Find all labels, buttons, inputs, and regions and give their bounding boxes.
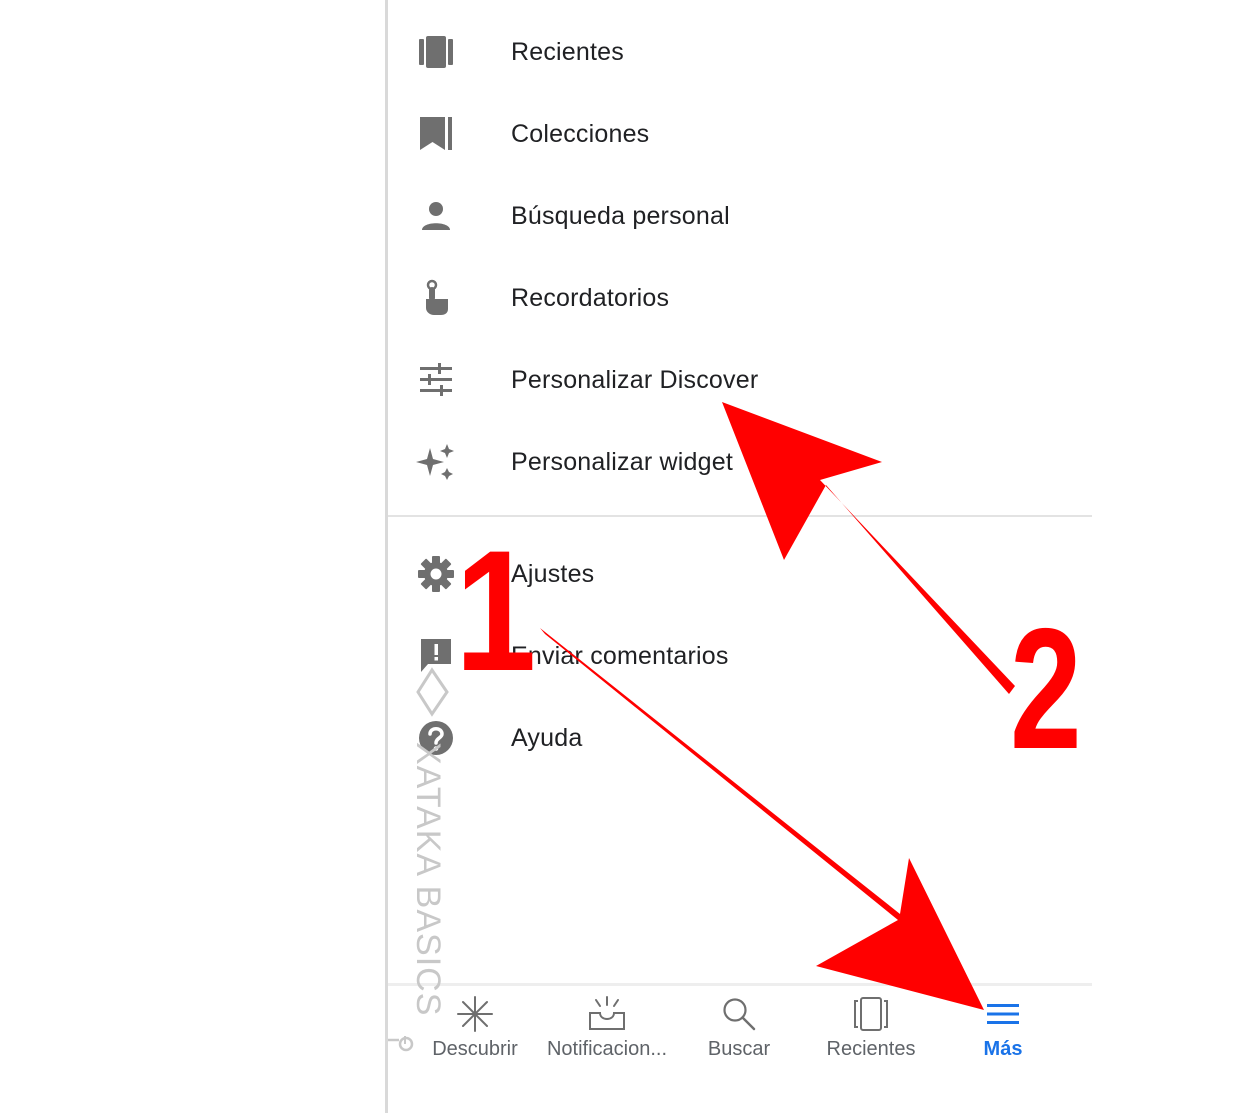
nav-item-mas[interactable]: Más: [937, 986, 1069, 1076]
menu-item-ayuda[interactable]: Ayuda: [388, 697, 1092, 779]
menu-item-label: Recordatorios: [511, 283, 670, 312]
sparkle-icon: [416, 442, 456, 482]
menu-item-label: Colecciones: [511, 119, 650, 148]
gear-icon: [416, 554, 456, 594]
recents-icon: [416, 32, 456, 72]
search-icon: [719, 994, 759, 1034]
menu-item-label: Enviar comentarios: [511, 641, 729, 670]
menu-item-label: Ajustes: [511, 559, 595, 588]
menu-item-recordatorios[interactable]: Recordatorios: [388, 257, 1092, 339]
menu-item-label: Búsqueda personal: [511, 201, 730, 230]
nav-item-label: Buscar: [707, 1038, 771, 1060]
inbox-icon: [587, 994, 627, 1034]
recents-icon: [851, 994, 891, 1034]
menu-item-label: Ayuda: [511, 723, 583, 752]
nav-item-label: Notificacion...: [546, 1038, 668, 1060]
side-menu-panel: Recientes Colecciones Búsqueda personal: [385, 0, 1092, 1113]
nav-item-recientes[interactable]: Recientes: [805, 986, 937, 1076]
menu-item-label: Personalizar Discover: [511, 365, 759, 394]
bookmark-icon: [416, 114, 456, 154]
menu-item-colecciones[interactable]: Colecciones: [388, 93, 1092, 175]
watermark-logo: XATAKA BASICS: [385, 660, 465, 1060]
menu-divider: [388, 515, 1092, 517]
menu-item-ajustes[interactable]: Ajustes: [388, 533, 1092, 615]
nav-item-buscar[interactable]: Buscar: [673, 986, 805, 1076]
watermark-text: XATAKA BASICS: [409, 742, 447, 1017]
menu-item-personalizar-widget[interactable]: Personalizar widget: [388, 421, 1092, 503]
reminder-icon: [416, 278, 456, 318]
nav-item-label: Más: [983, 1038, 1023, 1060]
menu-item-label: Personalizar widget: [511, 447, 733, 476]
menu-icon: [983, 994, 1023, 1034]
nav-item-notificaciones[interactable]: Notificacion...: [541, 986, 673, 1076]
tune-icon: [416, 360, 456, 400]
menu-item-recientes[interactable]: Recientes: [388, 11, 1092, 93]
menu-item-enviar-comentarios[interactable]: Enviar comentarios: [388, 615, 1092, 697]
bottom-navigation: Descubrir Notificacion... Buscar Recient…: [388, 986, 1092, 1076]
menu-item-busqueda-personal[interactable]: Búsqueda personal: [388, 175, 1092, 257]
person-icon: [416, 196, 456, 236]
menu-item-personalizar-discover[interactable]: Personalizar Discover: [388, 339, 1092, 421]
menu-item-label: Recientes: [511, 37, 624, 66]
nav-item-label: Recientes: [826, 1038, 916, 1060]
